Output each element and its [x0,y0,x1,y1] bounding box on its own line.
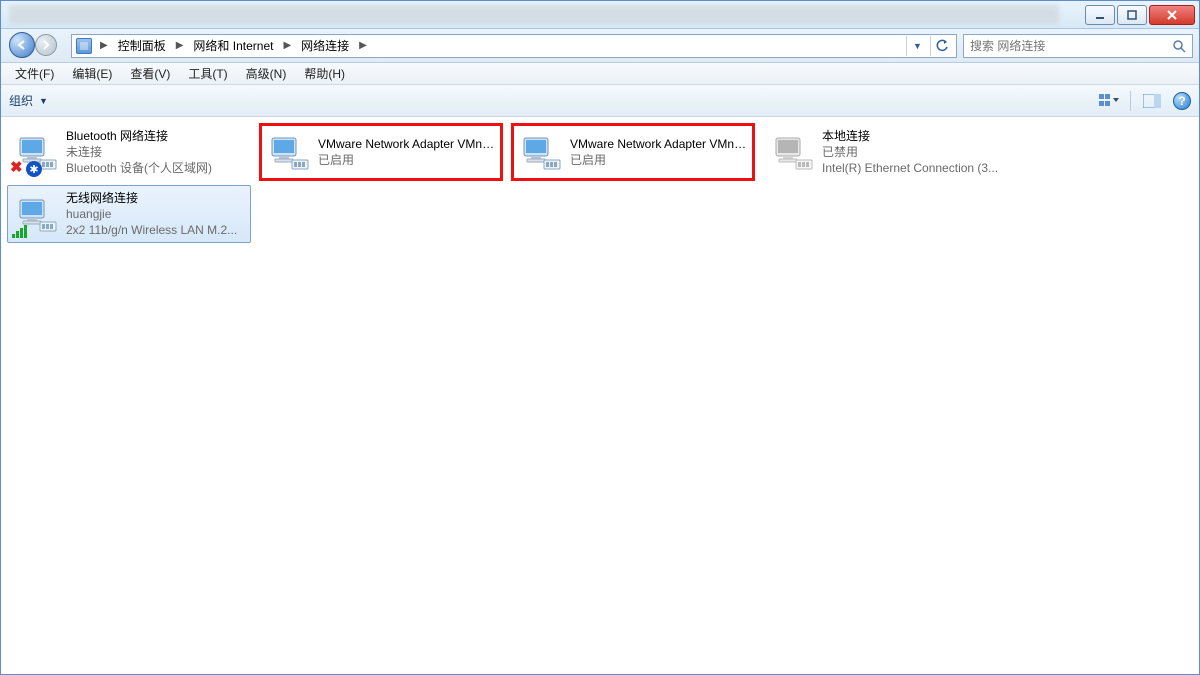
view-options-button[interactable] [1098,90,1120,112]
chevron-right-icon[interactable]: ▶ [172,40,188,51]
menu-help[interactable]: 帮助(H) [296,63,353,84]
connection-status: 未连接 [66,144,246,160]
breadcrumb-item[interactable]: 网络连接 [299,37,351,54]
preview-pane-button[interactable] [1141,90,1163,112]
connection-name: VMware Network Adapter VMnet8 [570,136,750,152]
location-icon [76,38,92,54]
connection-status: huangjie [66,206,246,222]
toolbar: 组织 ▼ ? [1,85,1199,117]
connection-text: Bluetooth 网络连接 未连接 Bluetooth 设备(个人区域网) [60,128,246,176]
close-button[interactable] [1149,5,1195,25]
network-adapter-icon [12,190,60,238]
chevron-down-icon: ▼ [913,41,922,51]
connection-text: VMware Network Adapter VMnet1 已启用 [312,128,498,176]
organize-label: 组织 [9,92,33,109]
search-icon [1172,39,1186,53]
disconnected-x-icon: ✖ [10,158,23,176]
connection-text: 本地连接 已禁用 Intel(R) Ethernet Connection (3… [816,128,1002,176]
address-dropdown-button[interactable]: ▼ [906,36,928,56]
network-adapter-icon [768,128,816,176]
wifi-signal-icon [12,224,27,238]
title-bar [1,1,1199,29]
connection-name: Bluetooth 网络连接 [66,128,246,144]
menu-advanced[interactable]: 高级(N) [238,63,295,84]
connection-status: 已禁用 [822,144,1002,160]
minimize-icon [1094,9,1106,21]
connection-name: 本地连接 [822,128,1002,144]
connection-text: VMware Network Adapter VMnet8 已启用 [564,128,750,176]
chevron-right-icon[interactable]: ▶ [355,40,371,51]
connection-device: 2x2 11b/g/n Wireless LAN M.2... [66,222,246,238]
close-icon [1165,9,1179,21]
organize-button[interactable]: 组织 ▼ [9,92,48,109]
title-blur [9,5,1059,24]
connection-device: Bluetooth 设备(个人区域网) [66,160,246,176]
network-adapter-icon: ✖✱ [12,128,60,176]
preview-pane-icon [1143,94,1161,108]
view-tiles-icon [1099,93,1119,109]
network-adapter-icon [264,128,312,176]
maximize-icon [1126,9,1138,21]
address-bar[interactable]: ▶ 控制面板 ▶ 网络和 Internet ▶ 网络连接 ▶ ▼ [71,34,957,58]
search-box[interactable] [963,34,1193,58]
help-button[interactable]: ? [1173,92,1191,110]
maximize-button[interactable] [1117,5,1147,25]
chevron-right-icon[interactable]: ▶ [96,40,112,51]
connection-status: 已启用 [318,152,498,168]
chevron-right-icon[interactable]: ▶ [279,40,295,51]
network-connection-item[interactable]: VMware Network Adapter VMnet1 已启用 [259,123,503,181]
connection-status: 已启用 [570,152,750,168]
forward-arrow-icon [41,40,51,50]
breadcrumb-item[interactable]: 控制面板 [116,37,168,54]
menu-view[interactable]: 查看(V) [122,63,178,84]
menu-bar: 文件(F) 编辑(E) 查看(V) 工具(T) 高级(N) 帮助(H) [1,63,1199,85]
menu-edit[interactable]: 编辑(E) [64,63,120,84]
menu-file[interactable]: 文件(F) [7,63,62,84]
minimize-button[interactable] [1085,5,1115,25]
network-connection-item[interactable]: 本地连接 已禁用 Intel(R) Ethernet Connection (3… [763,123,1007,181]
toolbar-divider [1130,91,1131,111]
nav-back-forward [7,32,65,60]
connection-name: VMware Network Adapter VMnet1 [318,136,498,152]
refresh-button[interactable] [930,36,952,56]
network-connection-item[interactable]: 无线网络连接 huangjie 2x2 11b/g/n Wireless LAN… [7,185,251,243]
connection-device: Intel(R) Ethernet Connection (3... [822,160,1002,176]
menu-tools[interactable]: 工具(T) [180,63,235,84]
connection-text: 无线网络连接 huangjie 2x2 11b/g/n Wireless LAN… [60,190,246,238]
refresh-icon [935,39,949,53]
connections-pane: ✖✱ Bluetooth 网络连接 未连接 Bluetooth 设备(个人区域网… [1,117,1199,674]
network-connection-item[interactable]: ✖✱ Bluetooth 网络连接 未连接 Bluetooth 设备(个人区域网… [7,123,251,181]
back-arrow-icon [16,39,28,51]
explorer-window: ▶ 控制面板 ▶ 网络和 Internet ▶ 网络连接 ▶ ▼ 文件(F) 编… [0,0,1200,675]
connection-name: 无线网络连接 [66,190,246,206]
network-adapter-icon [516,128,564,176]
chevron-down-icon: ▼ [39,96,48,106]
window-controls [1083,5,1195,25]
back-button[interactable] [9,32,35,58]
bluetooth-icon: ✱ [26,161,42,177]
help-icon: ? [1178,94,1185,108]
toolbar-right: ? [1098,90,1191,112]
breadcrumb-item[interactable]: 网络和 Internet [191,37,275,54]
address-bar-buttons: ▼ [906,36,952,56]
nav-bar: ▶ 控制面板 ▶ 网络和 Internet ▶ 网络连接 ▶ ▼ [1,29,1199,63]
network-connection-item[interactable]: VMware Network Adapter VMnet8 已启用 [511,123,755,181]
search-input[interactable] [970,39,1150,53]
forward-button[interactable] [35,34,57,56]
